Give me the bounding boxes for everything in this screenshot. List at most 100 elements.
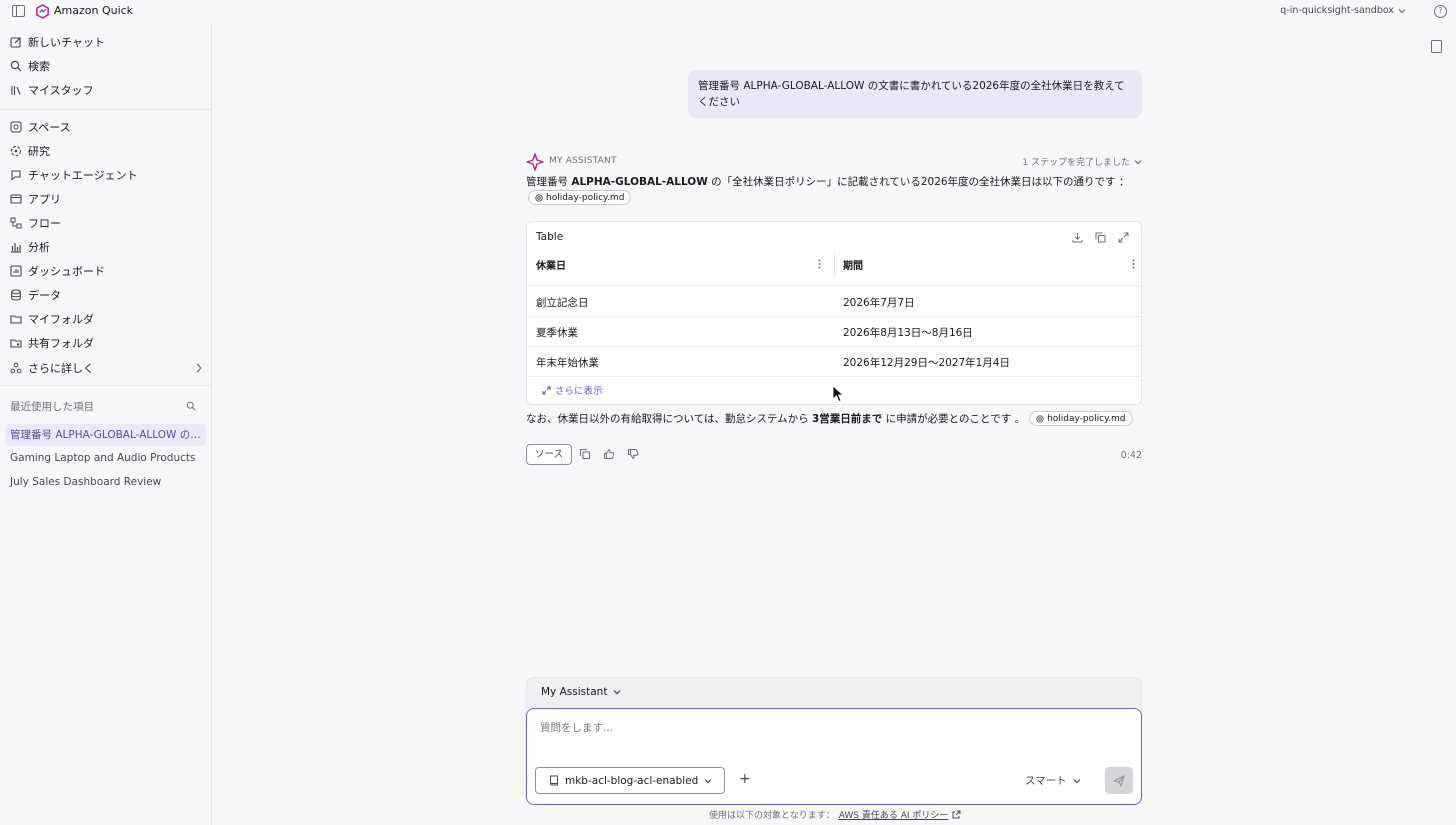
sidebar-item-my-folders[interactable]: マイフォルダ: [10, 309, 205, 329]
sidebar-toggle-icon[interactable]: [12, 5, 25, 17]
column-menu-icon[interactable]: [1132, 259, 1135, 269]
sidebar-item-chat-agents[interactable]: チャットエージェント: [10, 165, 205, 185]
answer-bold: ALPHA-GLOBAL-ALLOW: [571, 176, 708, 188]
mode-selector[interactable]: スマート: [1025, 773, 1081, 788]
table-cell: 2026年7月7日: [843, 297, 915, 309]
sidebar-item-analysis[interactable]: 分析: [10, 237, 205, 257]
dashboard-icon: [10, 265, 22, 277]
source-chip-label: holiday-policy.md: [1047, 413, 1126, 424]
send-button[interactable]: [1105, 767, 1133, 794]
shared-folder-icon: [10, 339, 22, 348]
app-title: Amazon Quick: [54, 4, 134, 17]
account-selector[interactable]: q-in-quicksight-sandbox: [1280, 5, 1406, 16]
user-message: 管理番号 ALPHA-GLOBAL-ALLOW の文書に書かれている2026年度…: [688, 70, 1142, 118]
sidebar-item-label: 共有フォルダ: [28, 337, 94, 350]
sidebar-item-data[interactable]: データ: [10, 285, 205, 305]
database-icon: [11, 289, 21, 301]
result-table-card: Table 休業日 期間 創立記念日 2026年7月7日 夏季休業 2026年8…: [526, 221, 1142, 405]
agent-selector[interactable]: My Assistant: [541, 686, 621, 698]
sidebar-item-dashboards[interactable]: ダッシュボード: [10, 261, 205, 281]
thumbs-down-icon[interactable]: [627, 448, 639, 460]
help-icon[interactable]: ?: [1434, 5, 1447, 18]
amazon-quick-logo: [36, 4, 49, 19]
recent-item[interactable]: 管理番号 ALPHA-GLOBAL-ALLOW の文書に書かれている2026年度…: [5, 424, 206, 446]
sidebar-item-label: マイスタッフ: [28, 84, 94, 97]
chat-agent-icon: [11, 170, 21, 181]
at-icon: [1036, 414, 1044, 423]
sidebar-divider: [0, 385, 211, 386]
sidebar-item-label: スペース: [28, 121, 71, 134]
sidebar-item-label: マイフォルダ: [28, 313, 94, 326]
show-more-link[interactable]: さらに表示: [542, 383, 603, 397]
sidebar-item-label: 分析: [28, 241, 50, 254]
footer-text: 使用は以下の対象となります：: [709, 811, 835, 821]
search-icon[interactable]: [186, 401, 196, 411]
folder-icon: [10, 315, 22, 324]
agent-name: My Assistant: [541, 686, 608, 698]
steps-label: 1 ステップを完了しました: [1022, 158, 1130, 168]
column-header-period[interactable]: 期間: [843, 257, 863, 272]
chat-area: 管理番号 ALPHA-GLOBAL-ALLOW の文書に書かれている2026年度…: [212, 24, 1456, 825]
question-input[interactable]: [540, 722, 1120, 734]
chevron-down-icon: [614, 690, 621, 695]
answer-text: に申請が必要とのことです 。: [882, 413, 1026, 425]
table-title: Table: [536, 231, 564, 243]
sidebar-item-new-chat[interactable]: 新しいチャット: [10, 32, 205, 52]
sidebar-item-label: データ: [28, 289, 61, 302]
mouse-cursor-icon: [832, 385, 844, 403]
document-icon[interactable]: [1431, 40, 1442, 53]
sources-button[interactable]: ソース: [526, 444, 572, 465]
sidebar-item-label: 新しいチャット: [28, 36, 105, 49]
analysis-icon: [11, 243, 21, 253]
assistant-answer-intro: 管理番号 ALPHA-GLOBAL-ALLOW の「全社休業日ポリシー」に記載さ…: [526, 174, 1129, 189]
column-header-holiday[interactable]: 休業日: [536, 257, 566, 272]
knowledge-base-selector[interactable]: mkb-acl-blog-acl-enabled: [535, 767, 725, 794]
table-cell: 2026年12月29日〜2027年1月4日: [843, 357, 1011, 369]
source-chip[interactable]: holiday-policy.md: [1029, 411, 1133, 426]
recent-header: 最近使用した項目: [10, 401, 94, 413]
sidebar: 新しいチャット 検索 マイスタッフ スペース 研究 チャットエージェント アプリ…: [0, 24, 212, 825]
sidebar-item-search[interactable]: 検索: [10, 56, 205, 76]
book-icon: [550, 775, 558, 786]
answer-text: 管理番号: [526, 176, 572, 188]
app-icon: [10, 194, 22, 204]
research-icon: [10, 145, 22, 157]
send-icon: [1113, 774, 1125, 787]
steps-toggle[interactable]: 1 ステップを完了しました: [1022, 155, 1142, 168]
sidebar-item-research[interactable]: 研究: [10, 141, 205, 161]
table-cell: 2026年8月13日〜8月16日: [843, 327, 973, 339]
column-separator: [834, 254, 835, 278]
download-icon[interactable]: [1072, 232, 1083, 243]
answer-text: なお、休業日以外の有給取得については、勤怠システムから: [526, 413, 812, 425]
sidebar-item-label: さらに詳しく: [28, 362, 94, 375]
space-icon: [10, 121, 22, 133]
sidebar-item-my-stuff[interactable]: マイスタッフ: [10, 80, 205, 100]
sidebar-item-shared-folders[interactable]: 共有フォルダ: [10, 333, 205, 353]
copy-icon[interactable]: [1095, 232, 1106, 243]
sidebar-divider: [0, 109, 211, 110]
ai-policy-link[interactable]: AWS 責任ある AI ポリシー: [839, 808, 949, 821]
column-menu-icon[interactable]: [818, 259, 821, 269]
source-chip[interactable]: holiday-policy.md: [528, 190, 632, 205]
thumbs-up-icon[interactable]: [603, 448, 615, 460]
sidebar-item-spaces[interactable]: スペース: [10, 117, 205, 137]
add-attachment-button[interactable]: +: [739, 771, 751, 787]
row-divider: [527, 376, 1141, 377]
sidebar-item-flows[interactable]: フロー: [10, 213, 205, 233]
edit-icon: [10, 37, 21, 48]
recent-item[interactable]: July Sales Dashboard Review: [5, 471, 206, 493]
table-cell: 創立記念日: [536, 297, 589, 309]
composer-panel: My Assistant mkb-acl-blog-acl-enabled + …: [526, 677, 1142, 805]
top-bar: Amazon Quick q-in-quicksight-sandbox ?: [0, 0, 1456, 24]
row-divider: [527, 316, 1141, 317]
copy-icon[interactable]: [579, 448, 591, 460]
footer-notice: 使用は以下の対象となります： AWS 責任ある AI ポリシー: [709, 808, 961, 821]
table-cell: 年末年始休業: [536, 357, 599, 369]
sidebar-item-label: チャットエージェント: [28, 169, 138, 182]
chevron-down-icon: [704, 778, 712, 783]
sidebar-item-more[interactable]: さらに詳しく: [10, 358, 205, 378]
recent-item[interactable]: Gaming Laptop and Audio Products: [5, 447, 206, 469]
sidebar-item-apps[interactable]: アプリ: [10, 189, 205, 209]
external-link-icon: [952, 810, 961, 819]
expand-icon[interactable]: [1118, 232, 1129, 243]
